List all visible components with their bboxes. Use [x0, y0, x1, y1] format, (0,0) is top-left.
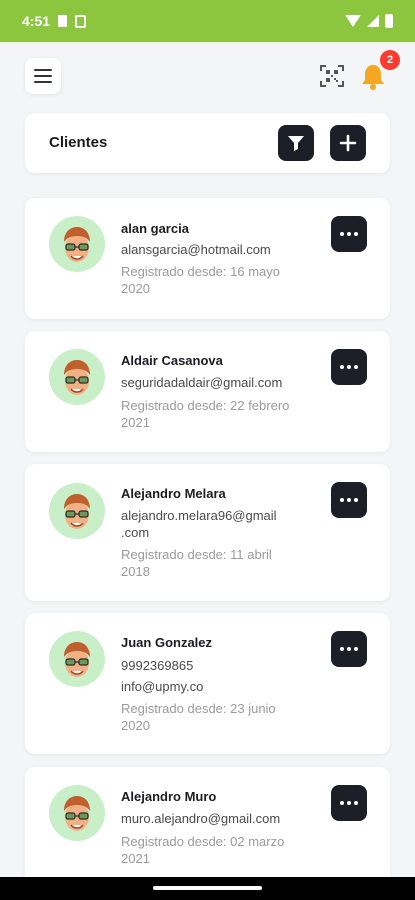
- more-options-button[interactable]: [331, 349, 367, 385]
- more-icon-dot: [354, 647, 358, 651]
- screenshot-icon: [75, 14, 87, 28]
- client-name: alan garcia: [121, 221, 189, 236]
- system-nav-bar: [0, 877, 415, 900]
- menu-icon: [34, 69, 52, 71]
- registered-date: Registrado desde: 23 junio: [121, 701, 276, 716]
- more-icon: [340, 365, 344, 369]
- client-card[interactable]: Juan Gonzalez 9992369865 info@upmy.co Re…: [25, 613, 390, 754]
- more-icon-dot: [354, 232, 358, 236]
- client-email: alansgarcia@hotmail.com: [121, 242, 271, 257]
- more-icon-dot: [354, 498, 358, 502]
- battery-icon: [385, 14, 393, 28]
- signal-icon: [367, 15, 379, 27]
- client-card[interactable]: Alejandro Melara alejandro.melara96@gmai…: [25, 464, 390, 601]
- more-icon-dot: [354, 801, 358, 805]
- header-card: Clientes: [25, 113, 390, 173]
- more-options-button[interactable]: [331, 785, 367, 821]
- client-card[interactable]: alan garcia alansgarcia@hotmail.com Regi…: [25, 198, 390, 319]
- avatar-memoji: [64, 796, 90, 831]
- registered-year: 2020: [121, 718, 150, 733]
- avatar: [49, 349, 105, 405]
- client-name: Alejandro Melara: [121, 486, 226, 501]
- sim-icon: [58, 15, 68, 27]
- top-bar: 2: [0, 42, 415, 106]
- status-right: [345, 14, 393, 28]
- client-email: info@upmy.co: [121, 679, 204, 694]
- client-email-cont: .com: [121, 525, 150, 540]
- add-client-button[interactable]: [330, 125, 366, 161]
- client-registered: Registrado desde: 23 junio 2020: [121, 700, 316, 734]
- client-card[interactable]: Aldair Casanova seguridadaldair@gmail.co…: [25, 331, 390, 452]
- client-phone: 9992369865: [121, 658, 194, 673]
- client-name: Aldair Casanova: [121, 353, 223, 368]
- wifi-icon: [345, 15, 361, 27]
- more-icon-dot: [347, 498, 351, 502]
- avatar-memoji: [64, 360, 90, 395]
- more-icon: [340, 498, 344, 502]
- menu-button[interactable]: [25, 58, 61, 94]
- more-icon-dot: [347, 801, 351, 805]
- registered-year: 2020: [121, 281, 150, 296]
- menu-icon-line: [34, 75, 52, 77]
- client-registered: Registrado desde: 16 mayo 2020: [121, 263, 316, 297]
- menu-icon-line: [34, 81, 52, 83]
- plus-icon: [339, 134, 357, 152]
- avatar-memoji: [64, 227, 90, 262]
- registered-date: Registrado desde: 02 marzo: [121, 834, 285, 849]
- registered-year: 2021: [121, 851, 150, 866]
- page-title: Clientes: [49, 134, 108, 151]
- registered-date: Registrado desde: 22 febrero: [121, 398, 290, 413]
- status-left: 4:51: [22, 13, 87, 29]
- more-options-button[interactable]: [331, 482, 367, 518]
- qr-scan-icon[interactable]: [320, 64, 344, 88]
- more-options-button[interactable]: [331, 216, 367, 252]
- client-name: Alejandro Muro: [121, 789, 217, 804]
- more-icon-dot: [347, 647, 351, 651]
- avatar: [49, 483, 105, 539]
- more-icon: [340, 801, 344, 805]
- client-registered: Registrado desde: 02 marzo 2021: [121, 833, 316, 867]
- avatar-memoji: [64, 494, 90, 529]
- client-registered: Registrado desde: 22 febrero 2021: [121, 397, 331, 431]
- registered-year: 2021: [121, 415, 150, 430]
- status-bar: 4:51: [0, 0, 415, 42]
- home-gesture-handle[interactable]: [153, 886, 262, 890]
- more-options-button[interactable]: [331, 631, 367, 667]
- registered-year: 2018: [121, 564, 150, 579]
- client-email: seguridadaldair@gmail.com: [121, 375, 283, 390]
- avatar: [49, 785, 105, 841]
- avatar: [49, 216, 105, 272]
- client-email: muro.alejandro@gmail.com: [121, 811, 281, 826]
- filter-button[interactable]: [278, 125, 314, 161]
- more-icon: [340, 232, 344, 236]
- client-name: Juan Gonzalez: [121, 635, 213, 650]
- avatar-memoji: [64, 642, 90, 677]
- registered-date: Registrado desde: 16 mayo: [121, 264, 280, 279]
- status-time: 4:51: [22, 13, 51, 29]
- avatar: [49, 631, 105, 687]
- client-email: alejandro.melara96@gmail: [121, 508, 277, 523]
- registered-date: Registrado desde: 11 abril: [121, 547, 272, 562]
- client-card[interactable]: Alejandro Muro muro.alejandro@gmail.com …: [25, 767, 390, 887]
- client-registered: Registrado desde: 11 abril 2018: [121, 546, 316, 580]
- more-icon-dot: [347, 232, 351, 236]
- notification-badge: 2: [380, 50, 400, 70]
- more-icon: [340, 647, 344, 651]
- filter-icon: [288, 136, 304, 151]
- more-icon-dot: [354, 365, 358, 369]
- more-icon-dot: [347, 365, 351, 369]
